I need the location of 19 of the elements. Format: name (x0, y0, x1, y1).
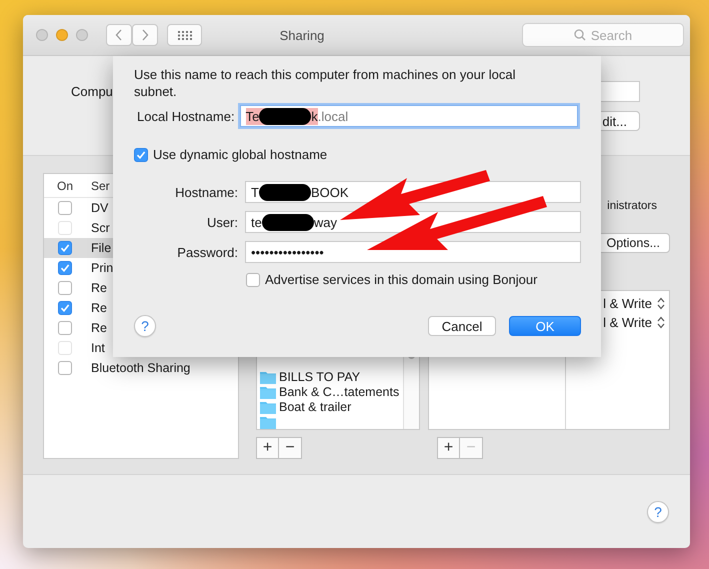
field-label: Local Hostname: (137, 108, 235, 124)
service-name: File (91, 241, 112, 255)
service-name: DV (91, 201, 108, 215)
checkbox-label: Advertise services in this domain using Bonjour (265, 272, 538, 287)
service-name: Bluetooth Sharing (91, 361, 190, 375)
field-label: Hostname: (174, 184, 238, 200)
service-name: Prin (91, 261, 114, 275)
service-name: Re (91, 281, 107, 295)
field-label: Password: (176, 244, 238, 260)
access-text: inistrators (607, 200, 657, 212)
field-label: User: (206, 214, 238, 230)
sheet-description: Use this name to reach this computer from machines on your local subnet. (134, 66, 517, 100)
service-name: Scr (91, 221, 110, 235)
service-name: Re (91, 321, 107, 335)
computer-name-label: Compu (71, 84, 113, 99)
window-title: Sharing (278, 28, 326, 42)
service-name: Re (91, 301, 107, 315)
checkbox-label: Use dynamic global hostname (153, 147, 328, 162)
service-name: Int (91, 341, 105, 355)
